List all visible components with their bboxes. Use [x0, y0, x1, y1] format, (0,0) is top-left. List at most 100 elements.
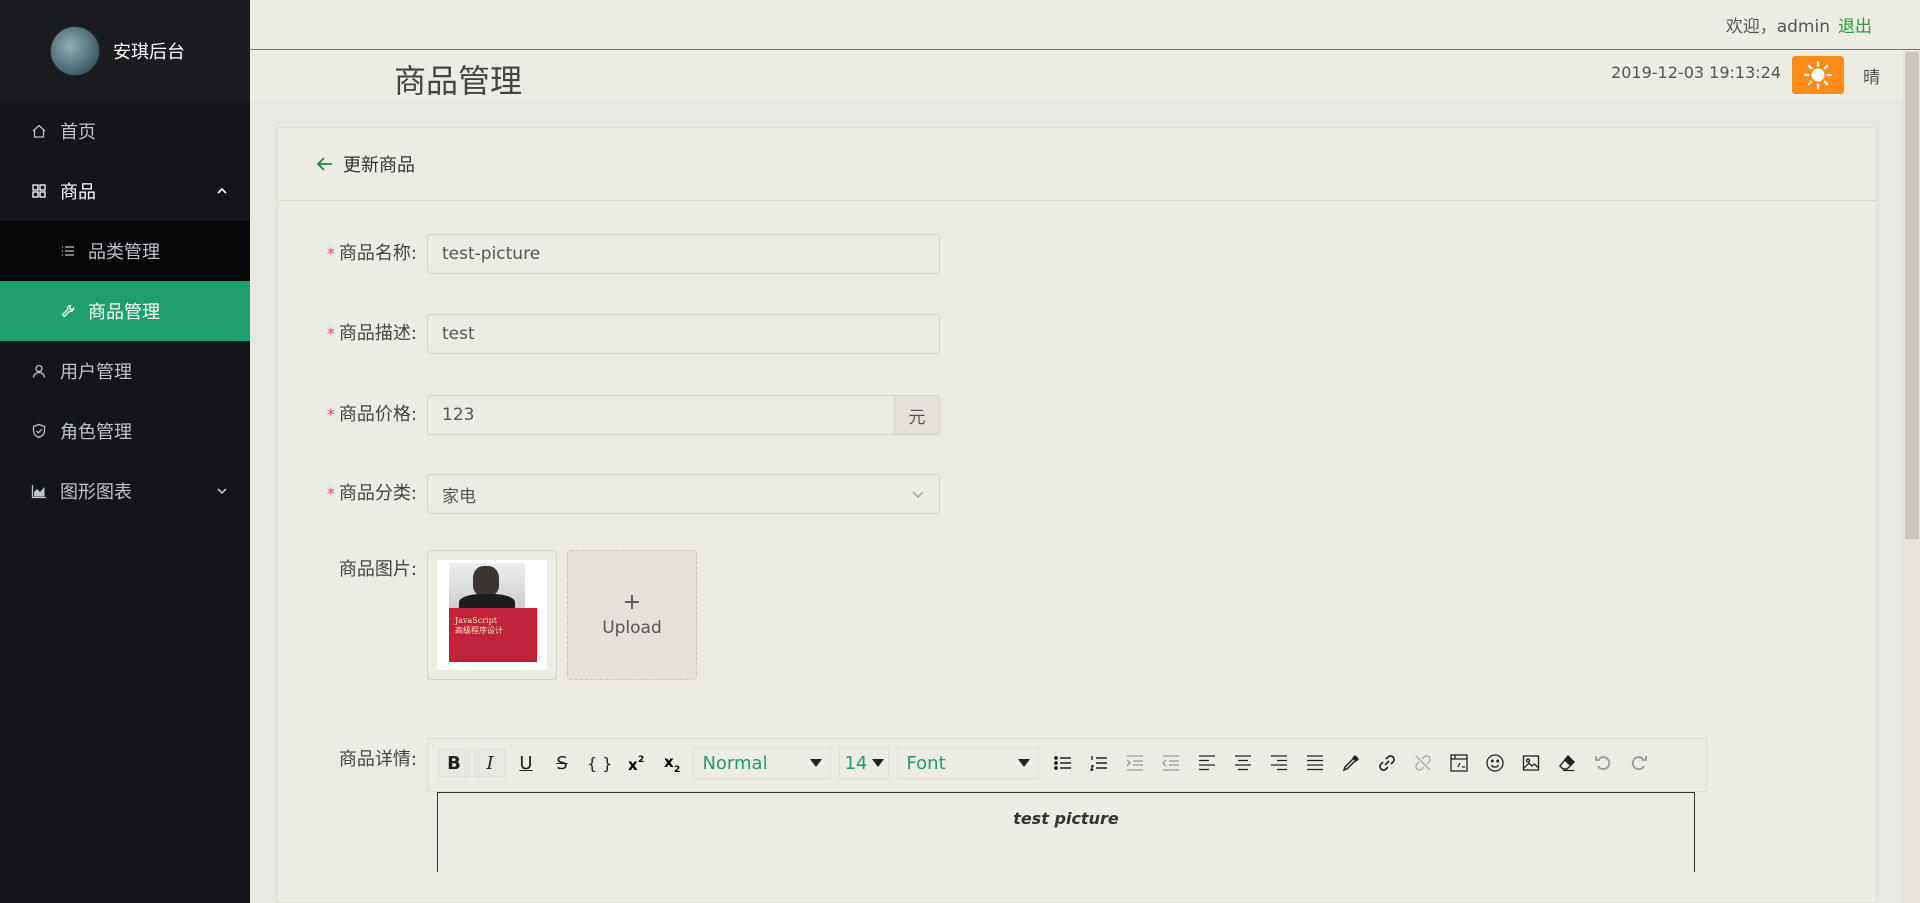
image-upload-list: JavaScript 高级程序设计 + Upload: [427, 550, 697, 680]
user-icon: [30, 362, 48, 380]
clear-format-button[interactable]: [1551, 749, 1583, 777]
align-right-button[interactable]: [1263, 749, 1295, 777]
undo-button[interactable]: [1587, 749, 1619, 777]
category-selected-value: 家电: [442, 486, 476, 507]
product-name-input[interactable]: test-picture: [427, 234, 940, 274]
sidebar-item-home[interactable]: 首页: [0, 101, 250, 161]
emoji-button[interactable]: [1479, 749, 1511, 777]
caret-down-icon: [810, 759, 823, 767]
svg-text:x: x: [628, 756, 638, 773]
align-center-icon: [1235, 755, 1252, 771]
category-select[interactable]: 家电: [427, 474, 940, 514]
superscript-button[interactable]: x2: [621, 749, 653, 777]
outdent-button[interactable]: [1155, 749, 1187, 777]
page-scrollbar[interactable]: [1902, 50, 1920, 903]
unordered-list-button[interactable]: [1047, 749, 1079, 777]
name-label: * 商品名称:: [278, 234, 427, 274]
scrollbar-thumb[interactable]: [1905, 52, 1919, 539]
link-button[interactable]: [1371, 749, 1403, 777]
sidebar-item-label: 品类管理: [88, 242, 160, 263]
undo-icon: [1595, 756, 1611, 771]
cover-title-art: JavaScript 高级程序设计: [455, 616, 503, 635]
embed-button[interactable]: [1443, 749, 1475, 777]
upload-button[interactable]: + Upload: [567, 550, 697, 680]
label-text: 商品名称:: [338, 243, 417, 264]
sidebar-item-label: 商品: [60, 182, 96, 203]
subscript-button[interactable]: x2: [657, 749, 689, 777]
font-family-value: Font: [906, 752, 946, 774]
sidebar-item-products[interactable]: 商品: [0, 161, 250, 221]
block-type-dropdown[interactable]: Normal: [693, 747, 832, 779]
image-button[interactable]: [1515, 749, 1547, 777]
sidebar-item-label: 商品管理: [88, 302, 160, 323]
block-type-value: Normal: [702, 752, 768, 774]
label-text: 商品分类:: [338, 483, 417, 504]
chevron-down-icon: [217, 488, 227, 495]
ordered-list-button[interactable]: [1083, 749, 1115, 777]
chevron-up-icon: [217, 187, 227, 194]
list-icon: [60, 243, 76, 259]
align-justify-button[interactable]: [1299, 749, 1331, 777]
form-row-desc: * 商品描述: test: [278, 314, 940, 354]
price-unit-addon: 元: [894, 395, 940, 435]
font-family-dropdown[interactable]: Font: [897, 747, 1040, 779]
header: 欢迎，admin 退出 商品管理 2019-12-03 19:13:24 晴: [250, 0, 1920, 101]
subscript-icon: x2: [664, 753, 680, 773]
editor-toolbar: B I U S { } x2 x2 Normal 14 Font: [427, 738, 1707, 792]
book-cover-image: JavaScript 高级程序设计: [437, 560, 547, 670]
uploaded-image-thumbnail[interactable]: JavaScript 高级程序设计: [427, 550, 557, 680]
redo-icon: [1632, 756, 1648, 771]
sidebar-item-category-manage[interactable]: 品类管理: [0, 221, 250, 281]
eraser-icon: [1559, 754, 1576, 772]
editor-content-area[interactable]: test picture: [437, 792, 1695, 872]
title-pointer: [445, 50, 477, 68]
logout-link[interactable]: 退出: [1838, 12, 1872, 37]
font-size-value: 14: [844, 752, 868, 774]
strikethrough-button[interactable]: S: [546, 749, 578, 777]
product-price-input[interactable]: 123: [427, 395, 894, 435]
required-mark: *: [326, 484, 335, 503]
brand[interactable]: 安琪后台: [0, 0, 250, 101]
form-row-name: * 商品名称: test-picture: [278, 234, 940, 274]
rich-text-editor: B I U S { } x2 x2 Normal 14 Font test pi…: [427, 738, 1707, 872]
sidebar-item-label: 首页: [60, 122, 96, 143]
code-button[interactable]: { }: [582, 749, 617, 777]
price-input-group: 123 元: [427, 395, 940, 435]
grid-icon: [30, 182, 48, 200]
sidebar-item-charts[interactable]: 图形图表: [0, 461, 250, 521]
indent-button[interactable]: [1119, 749, 1151, 777]
align-left-icon: [1199, 755, 1216, 771]
sidebar-item-label: 图形图表: [60, 482, 132, 503]
brand-name: 安琪后台: [113, 41, 185, 63]
bold-button[interactable]: B: [438, 749, 470, 777]
italic-button[interactable]: I: [474, 749, 506, 777]
font-size-dropdown[interactable]: 14: [839, 747, 890, 779]
indent-icon: [1126, 755, 1144, 771]
price-label: * 商品价格:: [278, 395, 427, 435]
redo-button[interactable]: [1623, 749, 1655, 777]
unlink-icon: [1415, 755, 1432, 771]
align-center-button[interactable]: [1227, 749, 1259, 777]
eyedropper-icon: [1343, 755, 1360, 772]
form-row-price: * 商品价格: 123 元: [278, 395, 940, 435]
current-datetime: 2019-12-03 19:13:24: [1611, 63, 1781, 82]
sidebar: 安琪后台 首页 商品 品类管理 商品管理 用户管理 角色管理 图形图表: [0, 0, 250, 903]
superscript-icon: x2: [628, 755, 644, 773]
align-left-button[interactable]: [1191, 749, 1223, 777]
chevron-down-icon: [912, 491, 924, 498]
sidebar-item-product-manage[interactable]: 商品管理: [0, 281, 250, 341]
category-label: * 商品分类:: [278, 474, 427, 514]
caret-down-icon: [872, 759, 885, 767]
form-row-detail: 商品详情: B I U S { } x2 x2 Normal 14 Font t…: [278, 738, 1707, 872]
arrow-left-icon[interactable]: [315, 154, 335, 174]
sidebar-item-label: 角色管理: [60, 422, 132, 443]
svg-text:2: 2: [674, 765, 680, 773]
desc-label: * 商品描述:: [278, 314, 427, 354]
sidebar-item-roles[interactable]: 角色管理: [0, 401, 250, 461]
color-picker-button[interactable]: [1335, 749, 1367, 777]
sidebar-item-users[interactable]: 用户管理: [0, 341, 250, 401]
unlink-button[interactable]: [1407, 749, 1439, 777]
product-desc-input[interactable]: test: [427, 314, 940, 354]
detail-label: 商品详情:: [278, 738, 427, 772]
underline-button[interactable]: U: [510, 749, 542, 777]
